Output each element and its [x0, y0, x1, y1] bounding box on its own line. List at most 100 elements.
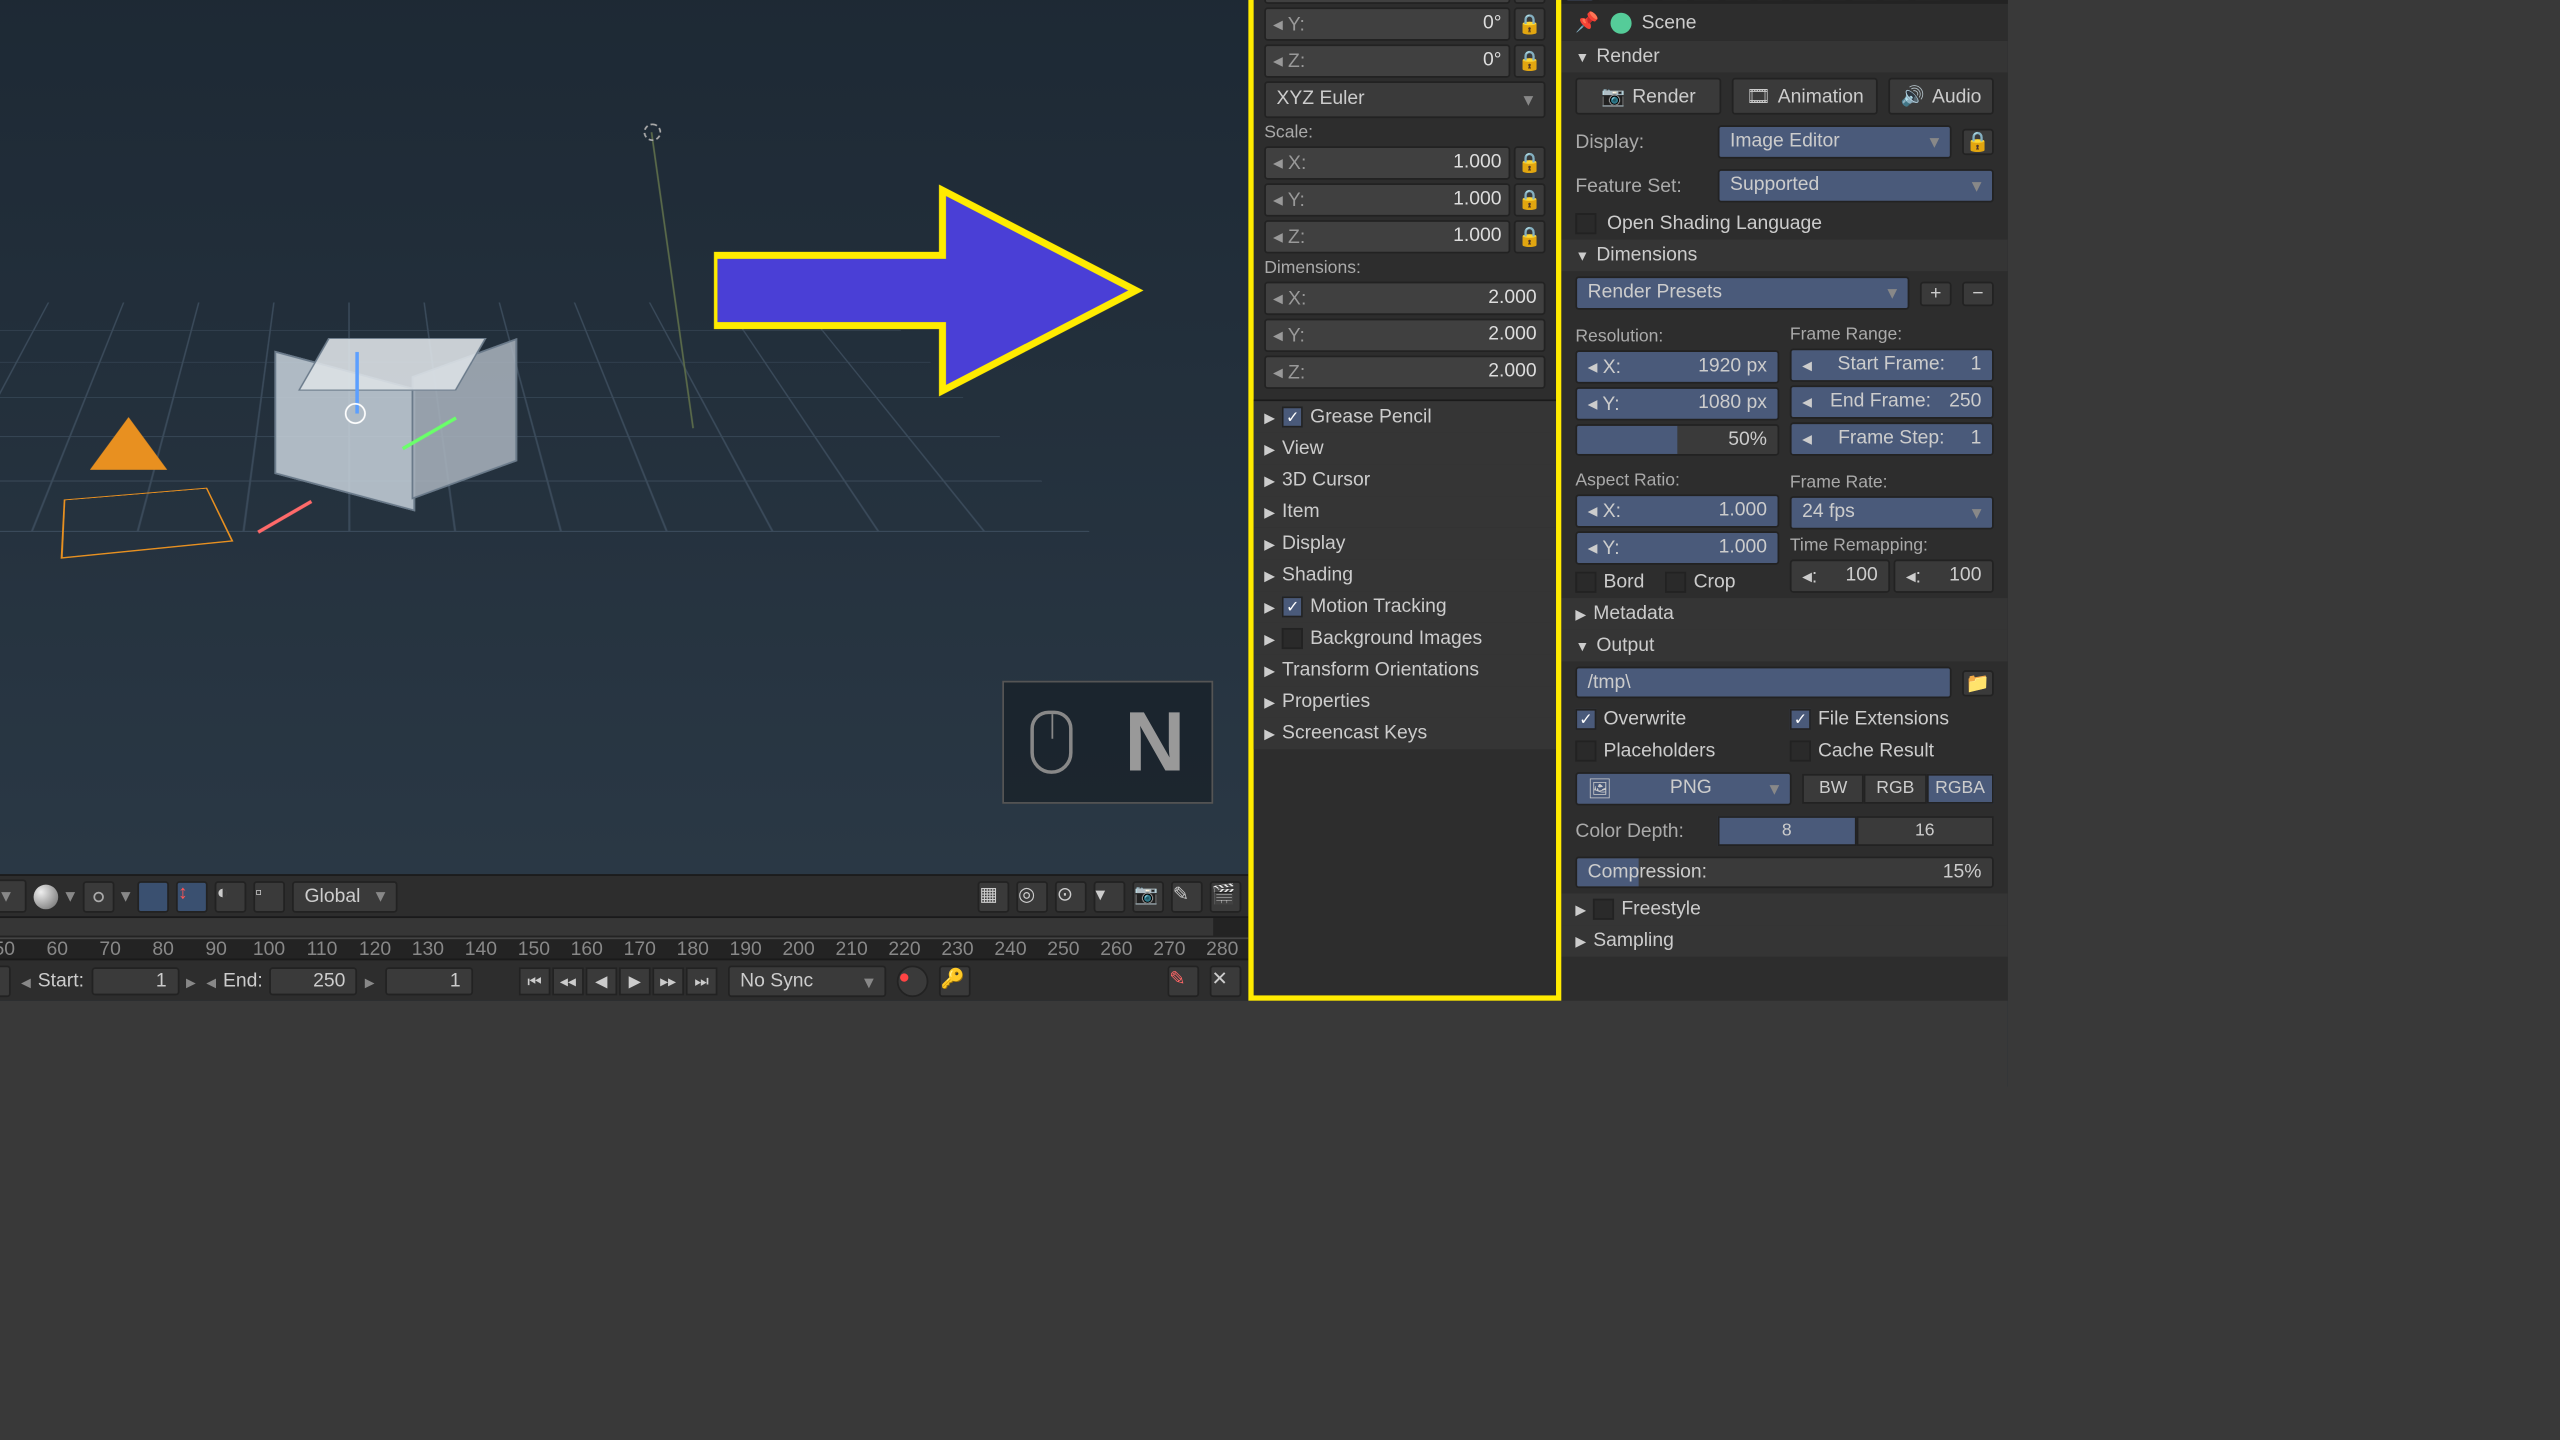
keyframe-prev-button[interactable]: ◂◂	[552, 967, 584, 995]
dimensions-panel-header[interactable]: Dimensions	[1561, 239, 2008, 271]
pin-icon[interactable]: 📌	[1575, 11, 1599, 34]
preset-remove-button[interactable]: −	[1962, 281, 1994, 306]
lock-icon[interactable]: 🔒	[1514, 44, 1546, 77]
file-ext-checkbox[interactable]: ✓	[1790, 709, 1811, 730]
res-x-field[interactable]: ◂ X:1920 px	[1575, 349, 1779, 382]
color-mode-buttons[interactable]: BW RGB RGBA	[1802, 774, 1994, 804]
n-panel-section-header[interactable]: Screencast Keys	[1254, 718, 1556, 750]
overwrite-checkbox[interactable]: ✓	[1575, 709, 1596, 730]
lock-camera-icon[interactable]: ◎	[1016, 880, 1048, 912]
output-path-field[interactable]: /tmp\	[1575, 667, 1951, 699]
res-y-field[interactable]: ◂ Y:1080 px	[1575, 386, 1779, 419]
lamp-object[interactable]	[644, 123, 662, 141]
rotation-y-field[interactable]: ◂ Y:0°	[1264, 7, 1510, 40]
record-button[interactable]: ●	[897, 966, 929, 998]
manipulator-toggle[interactable]	[138, 880, 170, 912]
output-panel-header[interactable]: Output	[1561, 630, 2008, 662]
snap-icon[interactable]: ⊙	[1055, 880, 1087, 912]
keying-set-icon[interactable]: 🔑	[939, 966, 971, 998]
orientation-dropdown[interactable]: Global▾	[292, 880, 397, 912]
metadata-panel-header[interactable]: Metadata	[1561, 598, 2008, 630]
n-panel-section-header[interactable]: Background Images	[1254, 623, 1556, 655]
preset-add-button[interactable]: +	[1920, 281, 1952, 306]
scale-x-field[interactable]: ◂ X:1.000	[1264, 146, 1510, 179]
snap-type-icon[interactable]: ▾	[1094, 880, 1126, 912]
movie-icon[interactable]: 🎬	[1210, 880, 1242, 912]
manipulator-translate-icon[interactable]: ↕	[176, 880, 208, 912]
scale-y-field[interactable]: ◂ Y:1.000	[1264, 183, 1510, 216]
folder-icon[interactable]: 📁	[1962, 669, 1994, 695]
keyframe-next-button[interactable]: ▸▸	[652, 967, 684, 995]
end-frame-field[interactable]: ◂End: 250▸	[206, 967, 374, 995]
freestyle-checkbox[interactable]	[1593, 899, 1614, 920]
feature-set-dropdown[interactable]: Supported▾	[1718, 169, 1994, 202]
audio-button[interactable]: 🔊Audio	[1889, 78, 1994, 115]
render-panel-header[interactable]: Render	[1561, 41, 2008, 73]
current-frame-field[interactable]: 1	[385, 967, 473, 995]
border-checkbox[interactable]	[1575, 572, 1596, 593]
keyframe-insert-button[interactable]: ✎	[1168, 966, 1200, 998]
rotation-mode-dropdown[interactable]: XYZ Euler▾	[1264, 81, 1545, 118]
n-panel-section-header[interactable]: 3D Cursor	[1254, 464, 1556, 496]
animation-button[interactable]: 🎞Animation	[1732, 78, 1878, 115]
crop-checkbox[interactable]	[1665, 572, 1686, 593]
remap-old-field[interactable]: ◂:100	[1790, 559, 1890, 592]
n-panel-section-header[interactable]: ✓Grease Pencil	[1254, 401, 1556, 433]
n-panel-section-header[interactable]: Display	[1254, 528, 1556, 560]
sampling-panel-header[interactable]: Sampling	[1561, 925, 2008, 957]
render-button[interactable]: 📷Render	[1575, 78, 1721, 115]
n-panel-section-header[interactable]: Properties	[1254, 686, 1556, 718]
frame-step-field[interactable]: ◂Frame Step:1	[1790, 422, 1994, 455]
res-percentage-slider[interactable]: 50%	[1575, 423, 1779, 455]
aspect-x-field[interactable]: ◂ X:1.000	[1575, 494, 1779, 527]
play-reverse-button[interactable]: ◀	[585, 967, 617, 995]
lock-icon[interactable]: 🔒	[1514, 0, 1546, 4]
display-dropdown[interactable]: Image Editor▾	[1718, 125, 1952, 158]
mode-dropdown[interactable]: Object Mode▾	[0, 879, 27, 912]
compression-slider[interactable]: Compression:15%	[1575, 857, 1993, 889]
scale-z-field[interactable]: ◂ Z:1.000	[1264, 220, 1510, 253]
lock-icon[interactable]: 🔒	[1514, 220, 1546, 253]
n-panel-section-header[interactable]: ✓Motion Tracking	[1254, 591, 1556, 623]
manipulator-scale-icon[interactable]: ▫	[254, 880, 286, 912]
rotation-z-field[interactable]: ◂ Z:0°	[1264, 44, 1510, 77]
cache-checkbox[interactable]	[1790, 741, 1811, 762]
dim-z-field[interactable]: ◂ Z:2.000	[1264, 356, 1545, 389]
end-frame-field[interactable]: ◂End Frame:250	[1790, 385, 1994, 418]
gpencil-icon[interactable]: ✎	[1171, 880, 1203, 912]
lock-icon[interactable]: 🔒	[1962, 129, 1994, 155]
3d-viewport[interactable]: User Persp	[0, 0, 1248, 874]
remap-new-field[interactable]: ◂:100	[1894, 559, 1994, 592]
keyframe-delete-button[interactable]: ✕	[1210, 966, 1242, 998]
start-frame-field[interactable]: ◂Start: 1▸	[21, 967, 196, 995]
placeholders-checkbox[interactable]	[1575, 741, 1596, 762]
timeline-track[interactable]: -50-40-30-20-100102030405060708090100110…	[0, 918, 1248, 960]
pivot-icon[interactable]	[82, 880, 114, 912]
cube-object[interactable]	[292, 352, 468, 528]
lock-icon[interactable]: 🔒	[1514, 183, 1546, 216]
start-frame-field[interactable]: ◂Start Frame:1	[1790, 348, 1994, 381]
n-panel-section-header[interactable]: View	[1254, 433, 1556, 465]
fps-dropdown[interactable]: 24 fps▾	[1790, 495, 1994, 528]
shading-mode-icon[interactable]	[34, 884, 59, 909]
lock-icon[interactable]: 🔒	[1514, 7, 1546, 40]
play-button[interactable]: ▶	[619, 967, 651, 995]
layers-icon[interactable]: ▦	[978, 880, 1010, 912]
dim-x-field[interactable]: ◂ X:2.000	[1264, 282, 1545, 315]
freestyle-panel-header[interactable]: Freestyle	[1561, 893, 2008, 925]
render-preview-icon[interactable]: 📷	[1132, 880, 1164, 912]
render-presets-dropdown[interactable]: Render Presets▾	[1575, 276, 1909, 309]
lock-icon[interactable]: 🔒	[1514, 146, 1546, 179]
jump-end-button[interactable]: ⏭	[686, 967, 718, 995]
osl-checkbox[interactable]	[1575, 213, 1596, 234]
lock-icon[interactable]: 🔒	[0, 966, 10, 998]
manipulator-rotate-icon[interactable]: ◐	[215, 880, 247, 912]
color-depth-buttons[interactable]: 8 16	[1718, 816, 1994, 846]
n-panel-section-header[interactable]: Transform Orientations	[1254, 654, 1556, 686]
sync-dropdown[interactable]: No Sync▾	[728, 966, 886, 998]
rotation-x-field[interactable]: ◂ X:0°	[1264, 0, 1510, 4]
aspect-y-field[interactable]: ◂ Y:1.000	[1575, 531, 1779, 564]
n-panel-section-header[interactable]: Item	[1254, 496, 1556, 528]
jump-start-button[interactable]: ⏮	[519, 967, 551, 995]
dim-y-field[interactable]: ◂ Y:2.000	[1264, 319, 1545, 352]
